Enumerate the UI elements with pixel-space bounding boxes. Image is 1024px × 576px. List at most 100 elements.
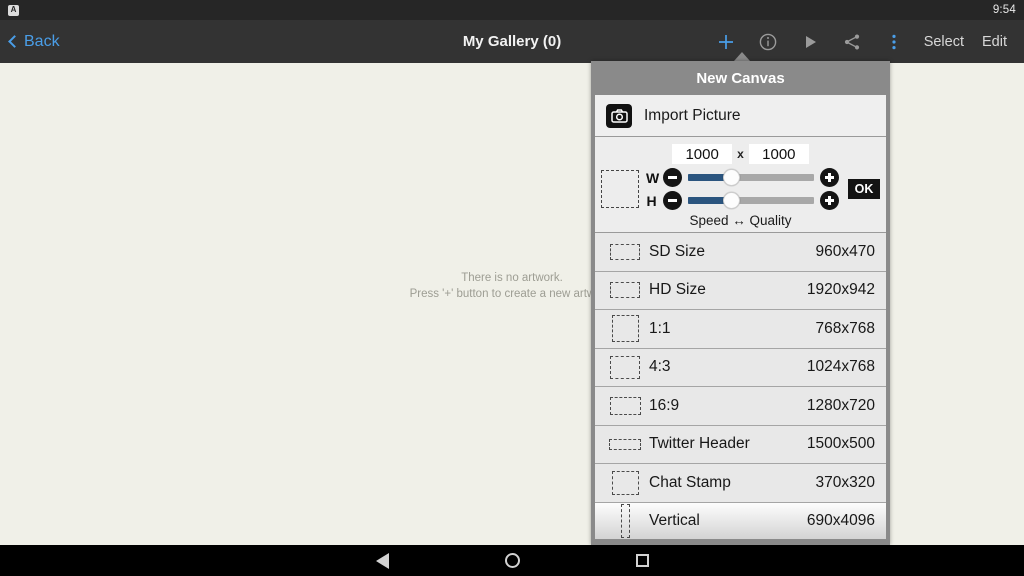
nav-recents-button[interactable]: [577, 545, 707, 576]
height-slider-label: H: [646, 192, 657, 209]
play-button[interactable]: [789, 20, 831, 63]
preset-thumb-wrap: [604, 282, 646, 299]
share-button[interactable]: [831, 20, 873, 63]
height-slider-row: H: [646, 191, 839, 210]
preset-row[interactable]: HD Size 1920x942: [595, 271, 886, 310]
preset-aspect-thumb-icon: [610, 355, 640, 379]
minus-icon: [668, 176, 677, 179]
android-navigation-bar: [0, 545, 1024, 576]
width-slider-label: W: [646, 169, 660, 186]
overflow-menu-icon: [892, 34, 896, 49]
preset-dimensions: 1500x500: [806, 435, 875, 453]
import-picture-row[interactable]: Import Picture: [595, 95, 886, 137]
width-slider-row: W: [646, 168, 839, 187]
chevron-left-icon: [8, 34, 21, 48]
preset-name: 4:3: [649, 358, 671, 376]
preset-thumb-wrap: [604, 315, 646, 343]
width-increase-button[interactable]: [820, 168, 839, 187]
nav-back-button[interactable]: [317, 545, 447, 576]
preset-row[interactable]: Twitter Header 1500x500: [595, 425, 886, 464]
nav-home-icon: [504, 553, 520, 568]
height-input[interactable]: 1000: [748, 144, 809, 164]
nav-back-icon: [375, 552, 389, 569]
preset-row[interactable]: SD Size 960x470: [595, 233, 886, 272]
preset-aspect-thumb-icon: [610, 243, 640, 260]
preset-thumb-wrap: [604, 243, 646, 260]
preset-dimensions: 690x4096: [806, 512, 875, 530]
width-decrease-button[interactable]: [663, 168, 682, 187]
plus-icon-v: [828, 196, 831, 205]
height-decrease-button[interactable]: [663, 191, 682, 210]
height-increase-button[interactable]: [820, 191, 839, 210]
preset-name: 16:9: [649, 396, 680, 414]
preset-dimensions: 370x320: [815, 473, 875, 491]
preset-dimensions: 1920x942: [806, 281, 875, 299]
overflow-menu-button[interactable]: [873, 20, 915, 63]
plus-icon-v: [828, 173, 831, 182]
status-clock: 9:54: [992, 4, 1016, 16]
width-slider-thumb[interactable]: [722, 169, 740, 186]
edit-button[interactable]: Edit: [973, 34, 1016, 50]
preset-dimensions: 1280x720: [806, 396, 875, 414]
back-button-label: Back: [24, 32, 60, 50]
status-bar: A 9:54: [0, 0, 1024, 20]
preset-aspect-thumb-icon: [611, 470, 639, 495]
canvas-preview-box: [601, 170, 639, 208]
slider-zone: W H OK: [595, 165, 886, 210]
preset-thumb-wrap: [604, 438, 646, 450]
dimension-separator: x: [737, 147, 744, 161]
preset-aspect-thumb-icon: [620, 504, 630, 539]
info-icon: [759, 33, 776, 50]
preset-aspect-thumb-icon: [610, 282, 640, 299]
app-badge-icon: A: [8, 4, 19, 16]
height-slider[interactable]: [688, 192, 814, 209]
preset-row[interactable]: 1:1 768x768: [595, 310, 886, 349]
play-icon: [805, 35, 816, 48]
preset-row[interactable]: Vertical 690x4096: [595, 502, 886, 539]
preset-dimensions: 768x768: [815, 319, 875, 337]
preset-row[interactable]: Chat Stamp 370x320: [595, 464, 886, 503]
preset-thumb-wrap: [604, 355, 646, 379]
preset-name: 1:1: [649, 319, 671, 337]
size-input-row: 1000 x 1000: [595, 143, 886, 165]
speed-quality-label: Speed ↔ Quality: [689, 213, 792, 228]
preset-row[interactable]: 16:9 1280x720: [595, 387, 886, 426]
plus-icon: [718, 34, 733, 49]
preset-name: SD Size: [649, 242, 705, 260]
preset-name: Vertical: [649, 512, 700, 530]
preset-size-list[interactable]: SD Size 960x470 HD Size 1920x942 1:1 768x768 4…: [595, 233, 886, 539]
nav-home-button[interactable]: [447, 545, 577, 576]
preset-name: Twitter Header: [649, 435, 750, 453]
back-button[interactable]: Back: [0, 33, 60, 51]
custom-size-panel: 1000 x 1000 W H OK Speed ↔ Quality: [595, 137, 886, 233]
preset-thumb-wrap: [604, 504, 646, 539]
width-slider[interactable]: [688, 169, 814, 186]
new-canvas-dialog: New Canvas Import Picture 1000 x 1000 W …: [591, 61, 890, 545]
preset-dimensions: 960x470: [815, 242, 875, 260]
preset-name: Chat Stamp: [649, 473, 731, 491]
ok-button[interactable]: OK: [848, 179, 880, 199]
preset-row[interactable]: 4:3 1024x768: [595, 348, 886, 387]
share-icon: [844, 34, 859, 49]
import-picture-label: Import Picture: [644, 106, 741, 124]
info-button[interactable]: [747, 20, 789, 63]
preset-dimensions: 1024x768: [806, 358, 875, 376]
preset-thumb-wrap: [604, 396, 646, 415]
slider-column: W H: [646, 168, 839, 210]
select-button[interactable]: Select: [915, 34, 973, 50]
dialog-body: Import Picture 1000 x 1000 W H OK Speed …: [595, 95, 886, 539]
preset-thumb-wrap: [604, 470, 646, 495]
preset-aspect-thumb-icon: [609, 438, 641, 450]
preset-name: HD Size: [649, 281, 706, 299]
height-slider-thumb[interactable]: [722, 192, 740, 209]
action-bar-icons: Select Edit: [705, 20, 1024, 63]
action-bar: Back My Gallery (0) Select Edit: [0, 20, 1024, 63]
nav-recents-icon: [635, 554, 649, 567]
preset-aspect-thumb-icon: [609, 396, 641, 415]
preset-aspect-thumb-icon: [611, 315, 639, 343]
minus-icon: [668, 199, 677, 202]
camera-icon: [606, 103, 632, 128]
dialog-pointer-caret: [734, 52, 750, 61]
dialog-title: New Canvas: [696, 69, 785, 87]
width-input[interactable]: 1000: [672, 144, 733, 164]
